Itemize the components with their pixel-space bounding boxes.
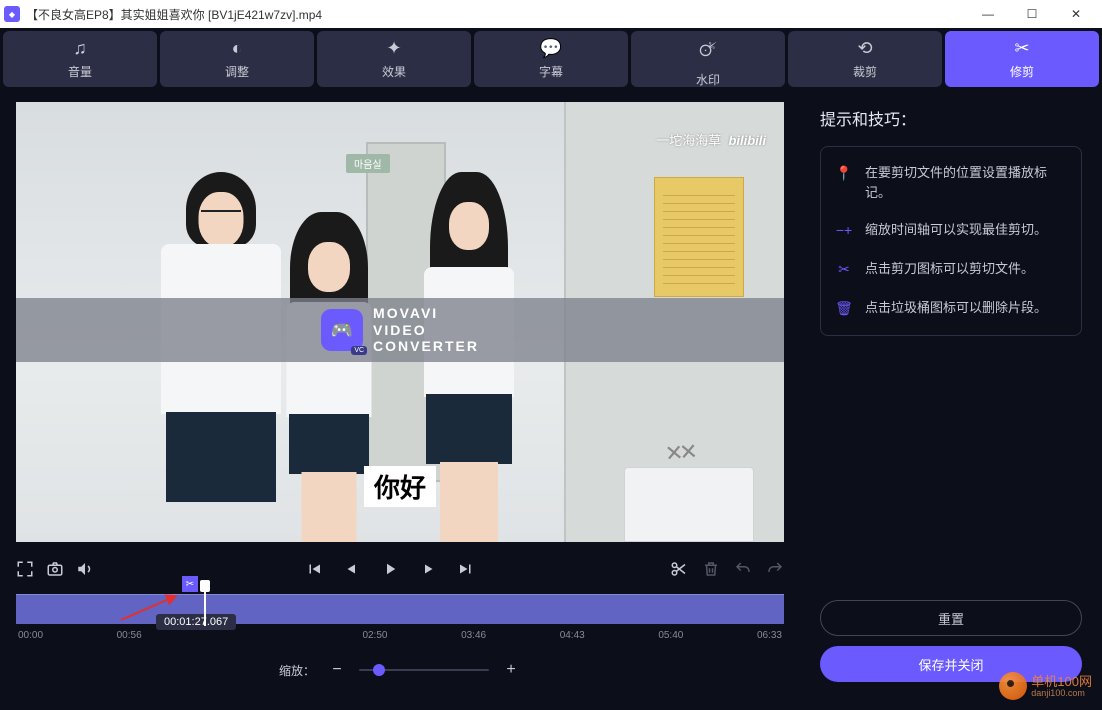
music-note-icon: ♫ [73, 38, 87, 59]
zoom-icon: −+ [835, 220, 853, 241]
timeline: ✂ 00:01:27.067 00:00 00:56 02:50 03:46 0… [16, 594, 784, 641]
undo-button[interactable] [734, 560, 752, 578]
tab-adjust[interactable]: ◐调整 [160, 31, 314, 87]
skip-end-button[interactable] [457, 560, 475, 578]
volume-button[interactable] [76, 560, 94, 578]
scissors-icon: ✂ [1014, 38, 1029, 59]
titlebar: 【不良女高EP8】其实姐姐喜欢你 [BV1jE421w7zv].mp4 — ☐ … [0, 0, 1102, 28]
video-frame: 마음실 一坨海海草 bilibili VC MOVAVIVIDEOCONVERT… [16, 102, 784, 542]
playhead[interactable] [201, 580, 209, 624]
window-title: 【不良女高EP8】其实姐姐喜欢你 [BV1jE421w7zv].mp4 [26, 6, 322, 23]
maximize-button[interactable]: ☐ [1010, 0, 1054, 28]
next-frame-button[interactable] [419, 560, 437, 578]
tab-subtitles[interactable]: 💬字幕 [474, 31, 628, 87]
speech-icon: 💬 [540, 38, 562, 59]
delete-button[interactable] [702, 560, 720, 578]
zoom-label: 缩放： [279, 662, 315, 679]
reset-button[interactable]: 重置 [820, 600, 1082, 636]
cut-marker[interactable]: ✂ [182, 576, 198, 592]
tab-watermark[interactable]: 🜚水印 [631, 31, 785, 87]
wand-icon: ✦ [386, 38, 401, 59]
scissors-icon: ✂ [835, 259, 853, 280]
tip-item: 🗑点击垃圾桶图标可以删除片段。 [835, 298, 1067, 319]
app-icon [4, 6, 20, 22]
minimize-button[interactable]: — [966, 0, 1010, 28]
time-tooltip: 00:01:27.067 [156, 614, 236, 630]
tip-item: 📍在要剪切文件的位置设置播放标记。 [835, 163, 1067, 202]
play-button[interactable] [381, 560, 399, 578]
site-watermark: 单机100网 danji100.com [999, 672, 1092, 700]
snapshot-button[interactable] [46, 560, 64, 578]
tip-item: −+缩放时间轴可以实现最佳剪切。 [835, 220, 1067, 241]
tip-item: ✂点击剪刀图标可以剪切文件。 [835, 259, 1067, 280]
tab-volume[interactable]: ♫音量 [3, 31, 157, 87]
video-preview[interactable]: 마음실 一坨海海草 bilibili VC MOVAVIVIDEOCONVERT… [16, 102, 784, 542]
timeline-track[interactable] [16, 594, 784, 624]
tips-box: 📍在要剪切文件的位置设置播放标记。 −+缩放时间轴可以实现最佳剪切。 ✂点击剪刀… [820, 146, 1082, 336]
zoom-in-button[interactable]: + [501, 661, 521, 679]
close-button[interactable]: ✕ [1054, 0, 1098, 28]
crop-rotate-icon: ⟲ [857, 38, 872, 59]
marker-icon: 📍 [835, 163, 853, 184]
tips-title: 提示和技巧： [820, 106, 1082, 130]
tab-crop[interactable]: ⟲裁剪 [788, 31, 942, 87]
tab-trim[interactable]: ✂修剪 [945, 31, 1099, 87]
bilibili-watermark: 一坨海海草 bilibili [656, 130, 766, 149]
skip-start-button[interactable] [305, 560, 323, 578]
player-controls [16, 554, 784, 584]
fullscreen-button[interactable] [16, 560, 34, 578]
movavi-watermark: VC MOVAVIVIDEOCONVERTER [16, 298, 784, 362]
stamp-icon: 🜚 [699, 30, 717, 67]
zoom-out-button[interactable]: − [327, 661, 347, 679]
contrast-icon: ◐ [232, 38, 243, 59]
prev-frame-button[interactable] [343, 560, 361, 578]
zoom-control: 缩放： − + [16, 661, 784, 679]
zoom-slider[interactable] [359, 669, 489, 671]
redo-button[interactable] [766, 560, 784, 578]
toolbar: ♫音量 ◐调整 ✦效果 💬字幕 🜚水印 ⟲裁剪 ✂修剪 [0, 28, 1102, 90]
timeline-ticks: 00:00 00:56 02:50 03:46 04:43 05:40 06:3… [16, 630, 784, 641]
video-subtitle: 你好 [364, 466, 436, 507]
cut-button[interactable] [670, 560, 688, 578]
tab-effects[interactable]: ✦效果 [317, 31, 471, 87]
trash-icon: 🗑 [835, 298, 853, 319]
